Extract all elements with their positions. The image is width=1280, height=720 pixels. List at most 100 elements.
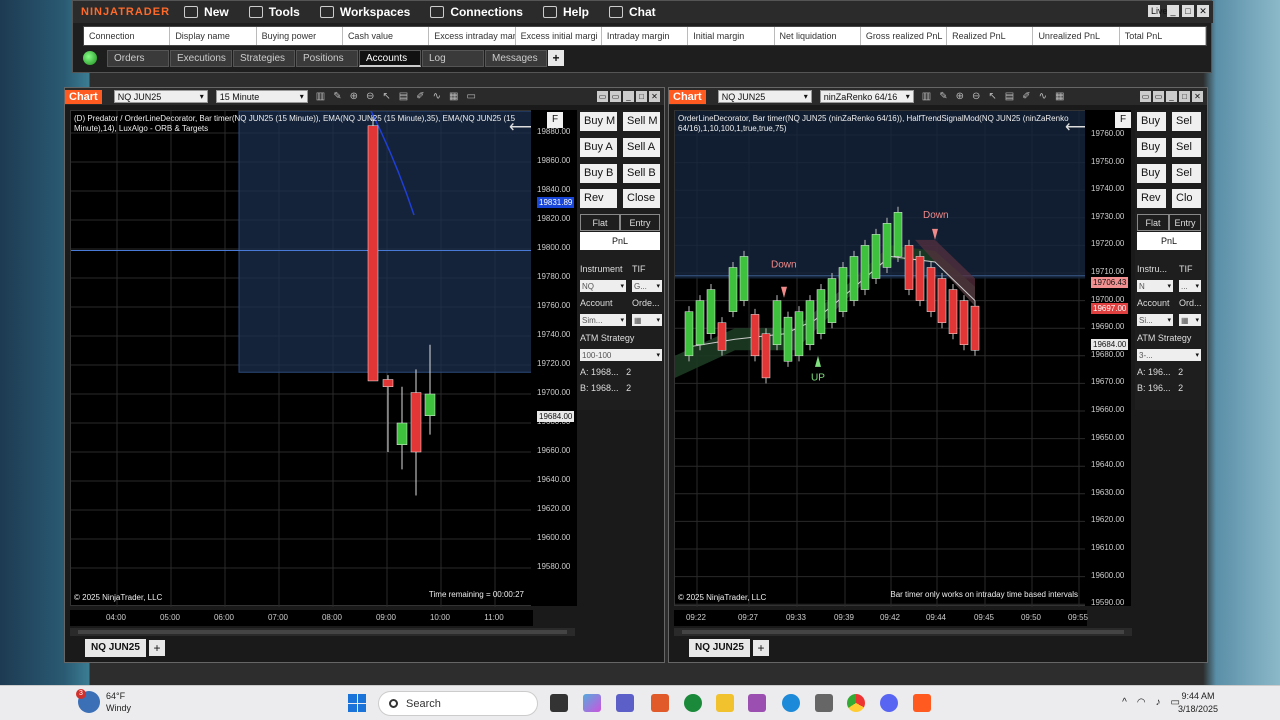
templates-icon[interactable]: ▭ [466,91,475,102]
tif-field[interactable]: ... [1179,280,1201,292]
zoom-in-icon[interactable]: ⊕ [350,91,358,102]
sell-market-button[interactable]: Sel [1172,112,1201,131]
interval-selector[interactable]: 15 Minute [215,90,308,103]
price-panel[interactable]: Down Down UP OrderLineDecorator, Bar timer… [674,110,1088,607]
tab-strategies[interactable]: Strategies [233,49,295,67]
reverse-button[interactable]: Rev [1137,189,1166,208]
ninjatrader-taskbar-icon[interactable] [913,694,931,712]
price-axis[interactable]: 19880.00 19860.00 19840.00 19820.00 19800.00… [531,110,577,606]
maximize-button[interactable]: □ [636,91,647,102]
add-chart-tab-button[interactable]: + [149,640,165,656]
strategies-icon[interactable]: ▦ [449,91,458,102]
col-header[interactable]: Cash value [343,27,430,45]
instrument-field[interactable]: N [1137,280,1173,292]
file-explorer-icon[interactable] [716,694,734,712]
reverse-button[interactable]: Rev [580,189,617,208]
tab-orders[interactable]: Orders [107,49,169,67]
minimize-button[interactable]: _ [623,91,634,102]
drawing-tool-icon[interactable]: ✐ [1022,91,1030,102]
col-header[interactable]: Total PnL [1120,27,1207,45]
horizontal-scrollbar[interactable] [674,628,1132,636]
add-tab-button[interactable]: + [548,50,564,66]
sell-bid-button[interactable]: Sel [1172,164,1201,183]
sell-ask-button[interactable]: Sell A [623,138,660,157]
tab-accounts[interactable]: Accounts [359,49,421,67]
sell-market-button[interactable]: Sell M [623,112,660,131]
buy-market-button[interactable]: Buy [1137,112,1166,131]
buy-bid-button[interactable]: Buy [1137,164,1166,183]
buy-bid-button[interactable]: Buy B [580,164,617,183]
indicators-icon[interactable]: ∿ [1039,91,1047,102]
interval-selector[interactable]: ninZaRenko 64/16 [819,90,914,103]
f-button[interactable]: F [1115,112,1131,128]
atm-strategy-field[interactable]: 3-... [1137,349,1201,361]
tile-button[interactable]: ▭ [610,91,621,102]
close-button[interactable]: ✕ [1197,5,1209,17]
tab-positions[interactable]: Positions [296,49,358,67]
zoom-out-icon[interactable]: ⊖ [366,91,374,102]
minimize-button[interactable]: _ [1166,91,1177,102]
discord-icon[interactable] [880,694,898,712]
sell-ask-button[interactable]: Sel [1172,138,1201,157]
col-header[interactable]: Connection [84,27,171,45]
col-header[interactable]: Display name [170,27,257,45]
snipping-icon[interactable] [815,694,833,712]
menu-chat[interactable]: Chat [609,5,656,19]
buy-ask-button[interactable]: Buy [1137,138,1166,157]
instrument-selector[interactable]: NQ JUN25 [717,90,812,103]
order-qty-field[interactable]: ▦ [632,314,662,326]
wifi-icon[interactable]: ◠ [1137,697,1146,708]
col-header[interactable]: Unrealized PnL [1033,27,1120,45]
back-arrow-icon[interactable]: ⟵ [509,117,532,137]
chevron-up-icon[interactable]: ^ [1122,697,1127,708]
office-icon[interactable] [651,694,669,712]
col-header[interactable]: Initial margin [688,27,775,45]
sell-bid-button[interactable]: Sell B [623,164,660,183]
media-icon[interactable] [748,694,766,712]
buy-ask-button[interactable]: Buy A [580,138,617,157]
windows-start-icon[interactable] [348,694,366,712]
col-header[interactable]: Net liquidation [775,27,861,45]
chart-tab-nq[interactable]: NQ JUN25 [689,639,750,657]
drawing-tool-icon[interactable]: ✐ [416,91,424,102]
menu-connections[interactable]: Connections [430,5,523,19]
col-header[interactable]: Gross realized PnL [861,27,948,45]
col-header[interactable]: Intraday margin [602,27,689,45]
tif-field[interactable]: G... [632,280,662,292]
data-box-icon[interactable]: ▤ [399,91,408,102]
account-field[interactable]: Sim... [580,314,626,326]
horizontal-scrollbar[interactable] [70,628,575,636]
task-view-icon[interactable] [550,694,568,712]
time-axis[interactable]: 09:22 09:27 09:33 09:39 09:42 09:44 09:45 09:50… [674,610,1088,626]
chart-tab-nq[interactable]: NQ JUN25 [85,639,146,657]
maximize-button[interactable]: □ [1179,91,1190,102]
tab-log[interactable]: Log [422,49,484,67]
indicators-icon[interactable]: ∿ [433,91,441,102]
restore-button[interactable]: ▭ [597,91,608,102]
buy-market-button[interactable]: Buy M [580,112,617,131]
account-field[interactable]: Si... [1137,314,1173,326]
chrome-icon[interactable] [847,694,865,712]
close-position-button[interactable]: Close [623,189,660,208]
price-panel[interactable]: (D) Predator / OrderLineDecorator, Bar t… [70,110,535,607]
pointer-icon[interactable]: ↖ [382,91,390,102]
col-header[interactable]: Buying power [257,27,343,45]
col-header[interactable]: Excess initial margi [516,27,602,45]
atm-strategy-field[interactable]: 100-100 [580,349,662,361]
menu-workspaces[interactable]: Workspaces [319,5,410,19]
xbox-icon[interactable] [684,694,702,712]
f-button[interactable]: F [547,112,563,128]
pencil-icon[interactable]: ✎ [333,91,341,102]
teams-icon[interactable] [616,694,634,712]
tab-messages[interactable]: Messages [485,49,547,67]
bar-type-icon[interactable]: ▥ [316,91,325,102]
close-button[interactable]: ✕ [649,91,660,102]
weather-widget[interactable]: 3 64°F Windy [76,689,131,714]
zoom-in-icon[interactable]: ⊕ [956,91,964,102]
edge-icon[interactable] [782,694,800,712]
add-chart-tab-button[interactable]: + [753,640,769,656]
volume-icon[interactable]: ♪ [1156,697,1161,708]
pointer-icon[interactable]: ↖ [988,91,996,102]
zoom-out-icon[interactable]: ⊖ [972,91,980,102]
tab-executions[interactable]: Executions [170,49,232,67]
